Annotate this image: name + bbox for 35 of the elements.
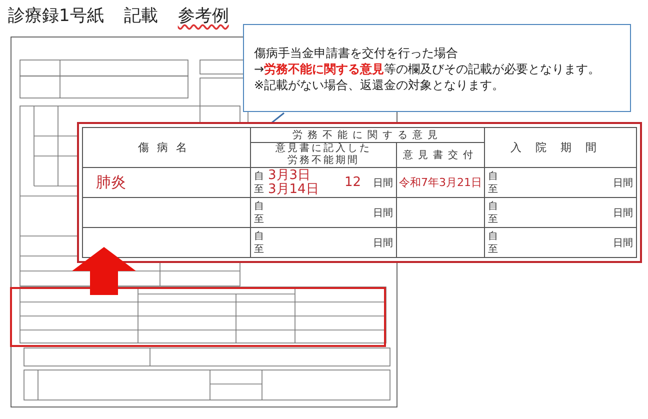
to-label: 至 bbox=[488, 182, 498, 196]
from-label: 自 bbox=[254, 170, 264, 182]
disease-name: 肺炎 bbox=[96, 173, 126, 191]
callout-text: 傷病手当金申請書を交付を行った場合 bbox=[254, 45, 459, 61]
days-unit: 日間 bbox=[373, 176, 393, 190]
callout-text: →労務不能に関する意見等の欄及びその記載が必要となります。 bbox=[254, 61, 602, 77]
page-title: 参考例 bbox=[178, 5, 229, 28]
days-unit: 日間 bbox=[373, 206, 393, 220]
up-arrow-icon bbox=[72, 247, 136, 295]
from-label: 自 bbox=[488, 230, 498, 242]
from-label: 自 bbox=[488, 170, 498, 182]
to-label: 至 bbox=[254, 182, 264, 196]
start-date: 3月3日 bbox=[268, 168, 312, 182]
to-label: 至 bbox=[488, 212, 498, 226]
column-group-header: 労務不能に関する意見 bbox=[292, 130, 442, 141]
page-title: 記載 bbox=[124, 5, 158, 28]
day-count: 12 bbox=[344, 175, 361, 190]
from-label: 自 bbox=[254, 200, 264, 212]
issue-date: 令和7年3月21日 bbox=[399, 176, 482, 189]
days-unit: 日間 bbox=[373, 236, 393, 250]
to-label: 至 bbox=[254, 242, 264, 256]
end-date: 3月14日 bbox=[268, 182, 320, 196]
callout-text: ※記載がない場合、返還金の対象となります。 bbox=[254, 77, 506, 93]
days-unit: 日間 bbox=[613, 206, 633, 220]
days-unit: 日間 bbox=[613, 236, 633, 250]
days-unit: 日間 bbox=[613, 176, 633, 190]
column-header: 傷病名 bbox=[138, 141, 195, 154]
from-label: 自 bbox=[488, 200, 498, 212]
to-label: 至 bbox=[254, 212, 264, 226]
column-header: 入院期間 bbox=[510, 141, 610, 154]
to-label: 至 bbox=[488, 242, 498, 256]
from-label: 自 bbox=[254, 230, 264, 242]
column-header: 意見書交付 bbox=[403, 150, 478, 161]
column-header: 意見書に記入した 労務不能期間 bbox=[276, 143, 372, 167]
page-title: 診療録1号紙 bbox=[8, 5, 104, 28]
